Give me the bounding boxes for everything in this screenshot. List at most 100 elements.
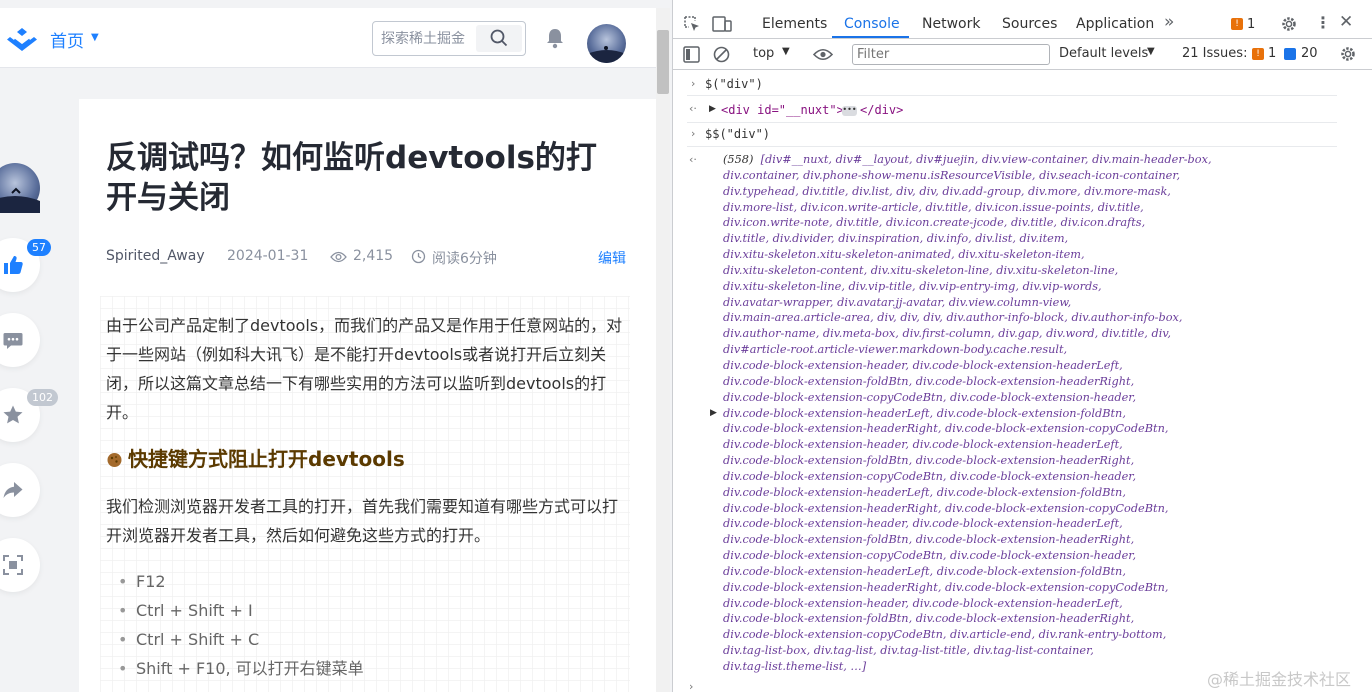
node-list-result[interactable]: (558) [div#__nuxt, div#__layout, div#jue… bbox=[723, 152, 1363, 675]
node-list-line[interactable]: div.code-block-extension-copyCodeBtn, di… bbox=[723, 470, 1136, 483]
tab-network[interactable]: Network bbox=[922, 16, 980, 32]
element-node[interactable]: <div id="__nuxt"> bbox=[721, 103, 844, 117]
settings-icon[interactable] bbox=[1339, 45, 1357, 63]
node-list-line[interactable]: div.xitu-skeleton-content, div.xitu-skel… bbox=[723, 264, 1118, 277]
warn-icon[interactable]: ! bbox=[1231, 18, 1243, 30]
nav-home-link[interactable]: 首页 bbox=[50, 27, 84, 52]
star-icon bbox=[3, 405, 23, 424]
node-list-line[interactable]: div.title, div.divider, div.inspiration,… bbox=[723, 232, 1068, 245]
issues-warn-count[interactable]: 1 bbox=[1268, 46, 1276, 61]
search-input[interactable] bbox=[381, 29, 477, 49]
author-avatar[interactable] bbox=[0, 163, 40, 213]
inspect-icon[interactable] bbox=[683, 15, 701, 33]
node-list-line[interactable]: div.code-block-extension-foldBtn, div.co… bbox=[723, 454, 1134, 467]
node-list-line[interactable]: div.code-block-extension-headerLeft, div… bbox=[723, 486, 1126, 499]
console-command[interactable]: $$("div") bbox=[705, 127, 770, 141]
node-list-line[interactable]: div.avatar-wrapper, div.avatar.jj-avatar… bbox=[723, 296, 1071, 309]
edit-link[interactable]: 编辑 bbox=[598, 248, 626, 268]
node-list-line[interactable]: div.xitu-skeleton-line, div.vip-title, d… bbox=[723, 280, 1102, 293]
avatar[interactable] bbox=[587, 24, 626, 63]
node-list-line[interactable]: div.code-block-extension-copyCodeBtn, di… bbox=[723, 549, 1136, 562]
views-eye-icon bbox=[330, 251, 347, 263]
tab-elements[interactable]: Elements bbox=[762, 16, 827, 32]
page-scrollbar-thumb[interactable] bbox=[657, 30, 669, 94]
list-item: Shift + F10, 可以打开右键菜单 bbox=[118, 654, 364, 683]
console-command[interactable]: $("div") bbox=[705, 77, 763, 91]
logo-icon[interactable] bbox=[6, 25, 38, 53]
context-select[interactable]: top bbox=[753, 46, 774, 61]
warn-count[interactable]: 1 bbox=[1247, 17, 1255, 32]
share-icon bbox=[3, 482, 23, 498]
like-icon bbox=[4, 256, 23, 274]
page-scrollbar[interactable] bbox=[656, 8, 670, 692]
node-list-line[interactable]: [div#__nuxt, div#__layout, div#juejin, d… bbox=[761, 153, 1212, 166]
expand-triangle-icon[interactable]: ▶ bbox=[710, 408, 717, 418]
more-tabs-icon[interactable]: » bbox=[1164, 12, 1174, 32]
context-caret-icon[interactable]: ▼ bbox=[782, 46, 790, 57]
device-icon[interactable] bbox=[712, 15, 732, 33]
devtools-panel: Elements Console Network Sources Applica… bbox=[672, 0, 1372, 692]
tab-console[interactable]: Console bbox=[844, 16, 900, 32]
node-list-line[interactable]: div.author-name, div.meta-box, div.first… bbox=[723, 327, 1171, 340]
issues-label[interactable]: 21 Issues: bbox=[1182, 46, 1247, 61]
info-icon[interactable] bbox=[1284, 48, 1296, 60]
levels-caret-icon[interactable]: ▼ bbox=[1147, 46, 1155, 57]
gear-icon[interactable] bbox=[1280, 15, 1298, 33]
node-list-line[interactable]: div.code-block-extension-header, div.cod… bbox=[723, 517, 1123, 530]
console-output: › $("div") ‹· ▶ <div id="__nuxt"> ••• </… bbox=[673, 71, 1372, 692]
tab-application[interactable]: Application bbox=[1076, 16, 1154, 32]
search-box bbox=[372, 21, 526, 56]
bell-icon[interactable] bbox=[543, 26, 567, 50]
clear-icon[interactable] bbox=[713, 46, 730, 63]
avatar-figure-icon bbox=[587, 46, 626, 63]
log-levels-select[interactable]: Default levels bbox=[1059, 46, 1148, 61]
issues-info-count[interactable]: 20 bbox=[1301, 46, 1318, 61]
tab-sources[interactable]: Sources bbox=[1002, 16, 1057, 32]
node-list-line[interactable]: div.container, div.phone-show-menu.isRes… bbox=[723, 169, 1180, 182]
node-list-line[interactable]: div.main-area.article-area, div, div, di… bbox=[723, 311, 1182, 324]
result-arrow-icon: ‹· bbox=[689, 102, 697, 115]
node-list-line[interactable]: div.code-block-extension-headerLeft, div… bbox=[723, 565, 1126, 578]
like-count-badge: 57 bbox=[27, 239, 51, 256]
node-list-line[interactable]: div.code-block-extension-foldBtn, div.co… bbox=[723, 533, 1134, 546]
node-list-line[interactable]: div.more-list, div.icon.write-article, d… bbox=[723, 201, 1144, 214]
author-name[interactable]: Spirited_Away bbox=[106, 248, 205, 264]
node-list-line[interactable]: div.code-block-extension-headerRight, di… bbox=[723, 581, 1168, 594]
eye-icon[interactable] bbox=[813, 47, 833, 62]
ellipsis-icon[interactable]: ••• bbox=[842, 106, 857, 116]
node-list-line[interactable]: div.tag-list-box, div.tag-list, div.tag-… bbox=[723, 644, 1094, 657]
node-list-line[interactable]: div.code-block-extension-copyCodeBtn, di… bbox=[723, 628, 1166, 641]
node-list-line[interactable]: div.code-block-extension-header, div.cod… bbox=[723, 359, 1123, 372]
comment-button[interactable] bbox=[0, 313, 40, 367]
sidebar-toggle-icon[interactable] bbox=[683, 46, 700, 63]
kebab-icon[interactable]: ⋮ bbox=[1315, 13, 1331, 32]
cookie-icon bbox=[107, 453, 122, 467]
node-list-line[interactable]: div.code-block-extension-headerRight, di… bbox=[723, 502, 1168, 515]
node-list-line[interactable]: div.icon.write-note, div.title, div.icon… bbox=[723, 216, 1145, 229]
caret-down-icon[interactable]: ▼ bbox=[91, 32, 99, 43]
node-list-line[interactable]: div.code-block-extension-foldBtn, div.co… bbox=[723, 375, 1134, 388]
search-button[interactable] bbox=[476, 25, 522, 52]
node-list-line[interactable]: div.tag-list.theme-list, …] bbox=[723, 660, 866, 673]
issues-warn-icon[interactable]: ! bbox=[1252, 48, 1264, 60]
node-list-line[interactable]: div.code-block-extension-header, div.cod… bbox=[723, 438, 1123, 451]
share-button[interactable] bbox=[0, 463, 40, 517]
node-count: (558) bbox=[723, 153, 761, 166]
input-prompt-icon: › bbox=[691, 127, 696, 140]
node-list-line[interactable]: div.code-block-extension-headerRight, di… bbox=[723, 422, 1168, 435]
node-list-line[interactable]: div#article-root.article-viewer.markdown… bbox=[723, 343, 1067, 356]
app-window: 首页 ▼ 探索稀土掘金 57 102 反调试吗？如何监听devtools的打开与… bbox=[0, 0, 1372, 692]
filter-input[interactable] bbox=[852, 44, 1050, 65]
node-list-line[interactable]: div.code-block-extension-header, div.cod… bbox=[723, 597, 1123, 610]
list-item: F12 bbox=[118, 567, 364, 596]
scan-button[interactable] bbox=[0, 538, 40, 592]
node-list-line[interactable]: div.code-block-extension-copyCodeBtn, di… bbox=[723, 391, 1136, 404]
node-list-line[interactable]: div.xitu-skeleton.xitu-skeleton-animated… bbox=[723, 248, 1085, 261]
list-item: Ctrl + Shift + I bbox=[118, 596, 364, 625]
expand-triangle-icon[interactable]: ▶ bbox=[709, 104, 716, 114]
node-list-line[interactable]: div.code-block-extension-headerLeft, div… bbox=[723, 407, 1126, 420]
node-list-line[interactable]: div.typehead, div.title, div.list, div, … bbox=[723, 185, 1171, 198]
close-icon[interactable]: ✕ bbox=[1339, 12, 1353, 32]
publish-date: 2024-01-31 bbox=[227, 248, 309, 264]
node-list-line[interactable]: div.code-block-extension-foldBtn, div.co… bbox=[723, 612, 1134, 625]
